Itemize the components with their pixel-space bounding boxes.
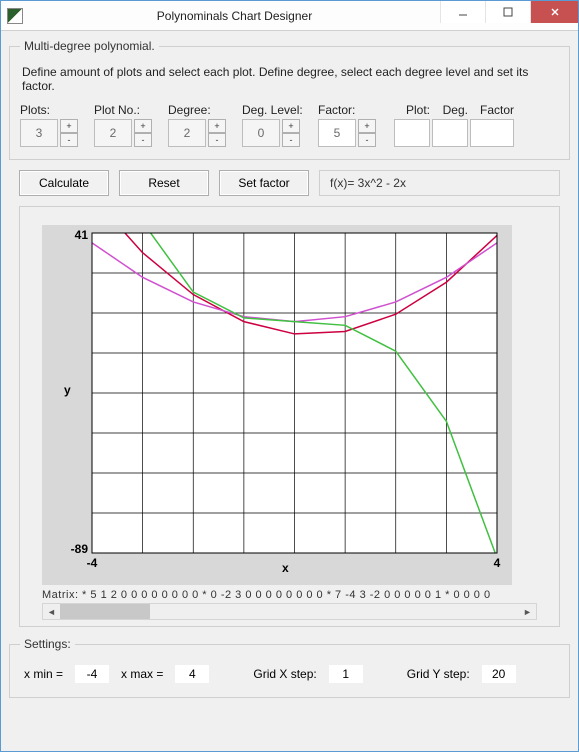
plots-stepper: + - <box>20 119 80 147</box>
minimize-button[interactable] <box>440 1 485 23</box>
svg-text:41: 41 <box>75 228 89 242</box>
window-title: Polynominals Chart Designer <box>29 9 440 23</box>
action-button-row: Calculate Reset Set factor f(x)= 3x^2 - … <box>9 170 570 196</box>
maximize-button[interactable] <box>485 1 530 23</box>
factor-stepper: + - <box>318 119 380 147</box>
factor-up-button[interactable]: + <box>358 119 376 133</box>
factor-down-button[interactable]: - <box>358 133 376 147</box>
readouts <box>394 119 559 147</box>
deglevel-stepper: + - <box>242 119 304 147</box>
label-deg-readout: Deg. <box>432 103 468 117</box>
settings-fieldset: Settings: x min = x max = Grid X step: G… <box>9 637 570 698</box>
content-area: Multi-degree polynomial. Define amount o… <box>1 31 578 751</box>
label-plotno: Plot No.: <box>94 103 154 117</box>
plots-up-button[interactable]: + <box>60 119 78 133</box>
svg-text:-4: -4 <box>87 556 98 570</box>
plotno-input[interactable] <box>94 119 132 147</box>
deglevel-up-button[interactable]: + <box>282 119 300 133</box>
degree-up-button[interactable]: + <box>208 119 226 133</box>
close-button[interactable] <box>530 1 578 23</box>
reset-button[interactable]: Reset <box>119 170 209 196</box>
matrix-text: Matrix: * 5 1 2 0 0 0 0 0 0 0 0 * 0 -2 3… <box>42 589 537 601</box>
settings-row: x min = x max = Grid X step: Grid Y step… <box>20 659 559 685</box>
calculate-button[interactable]: Calculate <box>19 170 109 196</box>
svg-text:4: 4 <box>494 556 501 570</box>
xmax-label: x max = <box>121 667 163 681</box>
svg-text:-89: -89 <box>71 542 89 556</box>
app-window: Polynominals Chart Designer Multi-degree… <box>0 0 579 752</box>
degree-stepper: + - <box>168 119 228 147</box>
deglevel-down-button[interactable]: - <box>282 133 300 147</box>
titlebar: Polynominals Chart Designer <box>1 1 578 31</box>
settings-legend: Settings: <box>20 637 75 651</box>
y-axis-label: y <box>64 383 71 397</box>
plots-input[interactable] <box>20 119 58 147</box>
app-icon <box>7 8 23 24</box>
degree-input[interactable] <box>168 119 206 147</box>
poly-controls-row: + - + - + - <box>20 119 559 147</box>
chart-wrap: 41 -89-4 4 y x <box>42 225 537 585</box>
deglevel-input[interactable] <box>242 119 280 147</box>
label-plots: Plots: <box>20 103 80 117</box>
gridx-label: Grid X step: <box>253 667 316 681</box>
plots-down-button[interactable]: - <box>60 133 78 147</box>
plot-readout <box>394 119 430 147</box>
chart-panel: 41 -89-4 4 y x Matrix: * 5 1 2 0 0 0 0 0 0… <box>19 206 560 627</box>
plotno-up-button[interactable]: + <box>134 119 152 133</box>
factor-input[interactable] <box>318 119 356 147</box>
label-factor-readout: Factor <box>470 103 514 117</box>
x-axis-label: x <box>282 561 289 575</box>
poly-description: Define amount of plots and select each p… <box>22 65 559 93</box>
plotno-stepper: + - <box>94 119 154 147</box>
setfactor-button[interactable]: Set factor <box>219 170 309 196</box>
label-deglevel: Deg. Level: <box>242 103 304 117</box>
formula-display: f(x)= 3x^2 - 2x <box>319 170 560 196</box>
matrix-scrollbar[interactable]: ◄ ► <box>42 603 537 620</box>
degree-down-button[interactable]: - <box>208 133 226 147</box>
gridy-label: Grid Y step: <box>407 667 470 681</box>
gridy-input[interactable] <box>482 665 516 683</box>
poly-fieldset: Multi-degree polynomial. Define amount o… <box>9 39 570 160</box>
scroll-thumb[interactable] <box>60 604 150 619</box>
gridx-input[interactable] <box>329 665 363 683</box>
label-plot-readout: Plot: <box>394 103 430 117</box>
plotno-down-button[interactable]: - <box>134 133 152 147</box>
polynomial-chart: 41 -89-4 4 <box>42 225 512 585</box>
xmax-input[interactable] <box>175 665 209 683</box>
readout-labels: Plot: Deg. Factor <box>394 103 559 117</box>
factor-readout <box>470 119 514 147</box>
scroll-left-button[interactable]: ◄ <box>43 604 60 619</box>
window-buttons <box>440 1 578 30</box>
label-factor: Factor: <box>318 103 380 117</box>
scroll-track[interactable] <box>60 604 519 619</box>
poly-column-labels: Plots: Plot No.: Degree: Deg. Level: Fac… <box>20 103 559 117</box>
xmin-input[interactable] <box>75 665 109 683</box>
deg-readout <box>432 119 468 147</box>
xmin-label: x min = <box>24 667 63 681</box>
scroll-right-button[interactable]: ► <box>519 604 536 619</box>
poly-legend: Multi-degree polynomial. <box>20 39 159 53</box>
label-degree: Degree: <box>168 103 228 117</box>
